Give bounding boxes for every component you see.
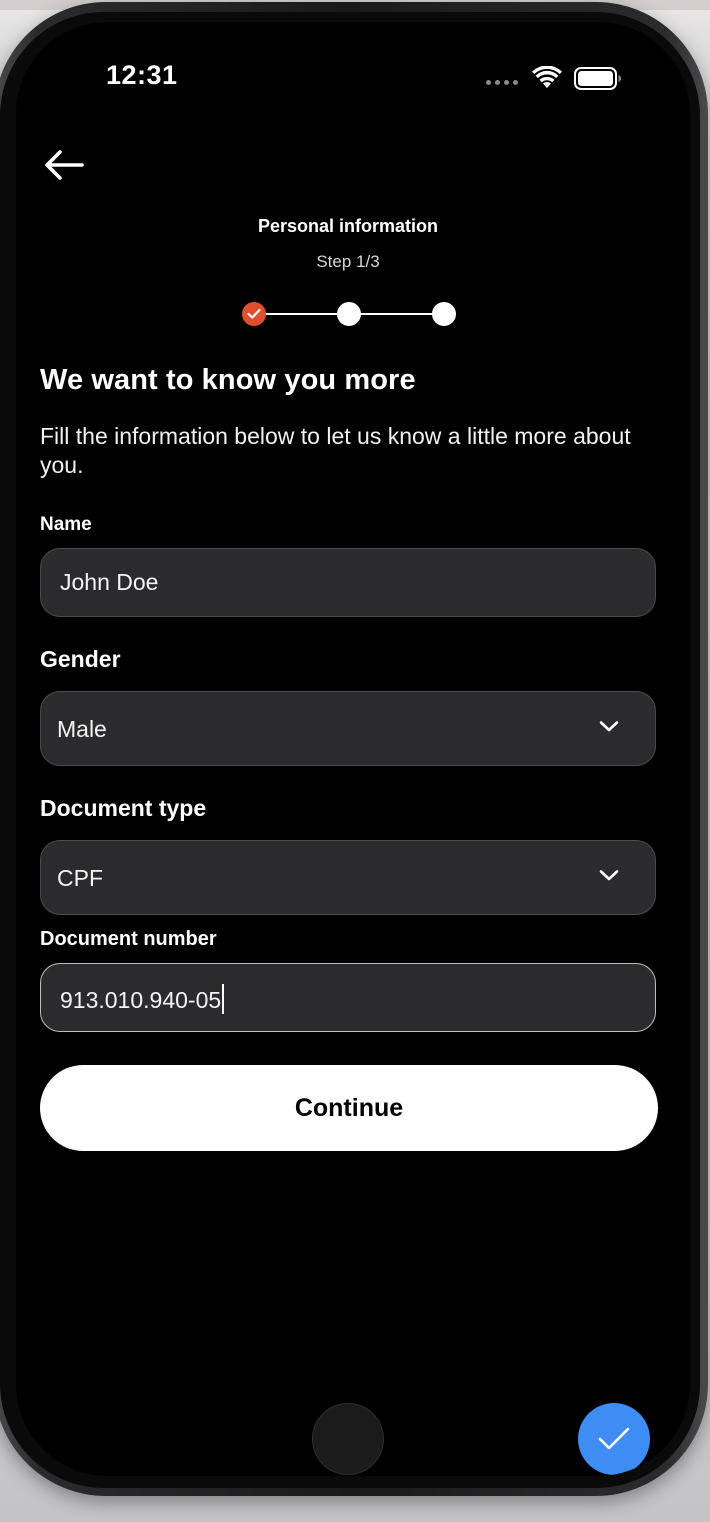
- name-input[interactable]: John Doe: [40, 548, 656, 617]
- page-title: Personal information: [257, 216, 439, 236]
- section-heading: We want to know you more: [40, 364, 416, 396]
- stepper-line-1: [258, 313, 340, 315]
- document-type-value: CPF: [57, 865, 103, 891]
- stepper-step-2: [337, 302, 361, 326]
- section-description: Fill the information below to let us kno…: [40, 423, 631, 478]
- cellular-signal-icon: [486, 80, 522, 86]
- checkmark-icon: [598, 1427, 630, 1450]
- battery-icon: [574, 67, 621, 90]
- gender-select[interactable]: Male: [40, 691, 656, 766]
- phone-screen: 12:31 Personal information Step 1/3 We w…: [16, 22, 690, 1476]
- document-number-value: 913.010.940-05: [60, 987, 222, 1013]
- gender-value: Male: [57, 716, 107, 742]
- chevron-down-icon: [599, 721, 619, 732]
- back-arrow-icon: [45, 150, 84, 180]
- text-caret: [222, 984, 225, 1014]
- home-button[interactable]: [312, 1403, 384, 1475]
- back-button[interactable]: [42, 148, 92, 188]
- progress-stepper: [238, 302, 458, 326]
- document-number-input[interactable]: 913.010.940-05: [40, 963, 656, 1032]
- name-value: John Doe: [60, 569, 159, 595]
- checkmark-icon: [247, 308, 261, 319]
- name-label: Name: [40, 514, 92, 535]
- confirm-fab-button[interactable]: [578, 1403, 650, 1475]
- chevron-down-icon: [599, 870, 619, 881]
- status-icons: [486, 64, 626, 94]
- document-number-label: Document number: [40, 928, 217, 950]
- document-type-select[interactable]: CPF: [40, 840, 656, 915]
- status-time: 12:31: [106, 60, 178, 90]
- step-indicator-text: Step 1/3: [316, 252, 380, 271]
- document-number-field-content: 913.010.940-05: [60, 984, 225, 1014]
- document-type-label: Document type: [40, 795, 207, 821]
- stepper-step-1-done: [242, 302, 266, 326]
- stepper-line-2: [354, 313, 436, 315]
- stepper-step-3: [432, 302, 456, 326]
- continue-button[interactable]: Continue: [40, 1065, 658, 1151]
- wifi-icon: [532, 66, 562, 88]
- gender-label: Gender: [40, 646, 121, 672]
